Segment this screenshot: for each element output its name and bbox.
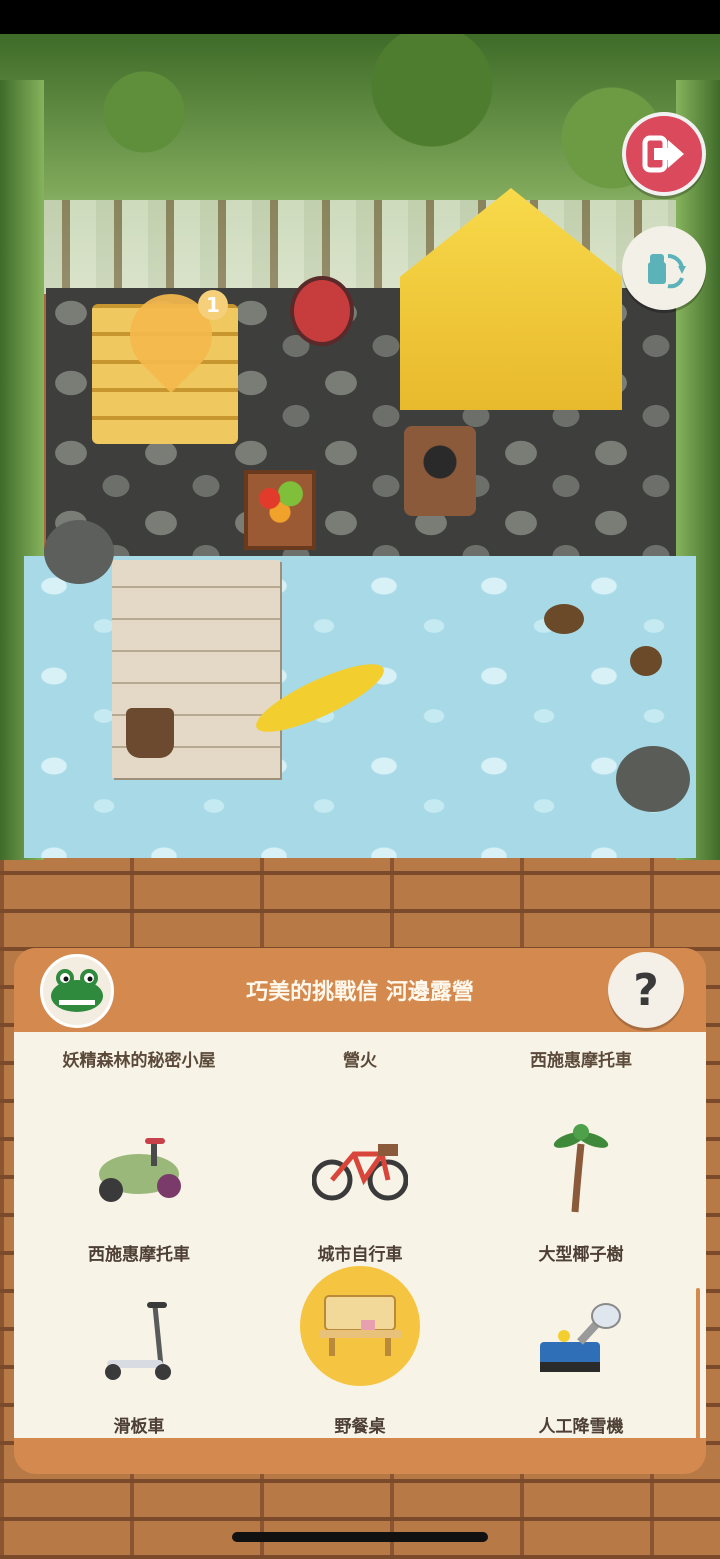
mossy-rock-right[interactable] xyxy=(616,746,690,812)
list-scrollbar[interactable] xyxy=(696,1288,700,1474)
mossy-rock-left[interactable] xyxy=(44,520,114,584)
duck[interactable] xyxy=(544,604,584,634)
help-button[interactable]: ? xyxy=(608,952,684,1028)
item-label: 野餐桌 xyxy=(334,1417,386,1437)
item-label[interactable]: 妖精森林的秘密小屋 xyxy=(24,1046,254,1071)
bicycle-icon xyxy=(312,1144,408,1201)
panel-header: 巧美的挑戰信 河邊露營 ? xyxy=(14,948,706,1032)
kick-scooter-icon xyxy=(105,1302,171,1380)
item-label[interactable]: 西施惠摩托車 xyxy=(466,1046,696,1071)
item-picnic-table[interactable]: 野餐桌 xyxy=(245,1266,475,1437)
item-scooter[interactable]: 西施惠摩托車 xyxy=(24,1110,254,1270)
status-bar xyxy=(0,0,720,34)
item-label[interactable]: 營火 xyxy=(245,1046,475,1071)
challenge-panel: 巧美的挑戰信 河邊露營 ? 妖精森林的秘密小屋 營火 西施惠摩托車 西施惠摩托車 xyxy=(14,948,706,1474)
scooter-icon xyxy=(99,1138,181,1202)
palm-tree-icon xyxy=(553,1124,609,1213)
item-label: 人工降雪機 xyxy=(538,1417,624,1437)
panel-title: 巧美的挑戰信 河邊露營 xyxy=(246,980,474,1005)
item-palm-tree[interactable]: 大型椰子樹 xyxy=(466,1110,696,1270)
item-label: 城市自行車 xyxy=(317,1245,403,1265)
vegetable-crate[interactable] xyxy=(244,470,316,550)
duck[interactable] xyxy=(630,646,662,676)
item-kick-scooter[interactable]: 滑板車 xyxy=(24,1282,254,1442)
item-list[interactable]: 妖精森林的秘密小屋 營火 西施惠摩托車 西施惠摩托車 城市自行車 大型椰子樹 滑… xyxy=(14,1032,706,1474)
exit-icon xyxy=(642,135,684,173)
picnic-table-icon xyxy=(319,1295,401,1356)
item-bicycle[interactable]: 城市自行車 xyxy=(245,1110,475,1270)
home-indicator[interactable] xyxy=(232,1532,488,1542)
item-snow-machine[interactable]: 人工降雪機 xyxy=(466,1282,696,1442)
snow-machine-icon xyxy=(540,1303,621,1372)
item-row-partial: 妖精森林的秘密小屋 營火 西施惠摩托車 xyxy=(14,1046,706,1076)
pin-count-badge: 1 xyxy=(198,290,228,320)
item-label: 大型椰子樹 xyxy=(538,1245,624,1265)
wooden-bucket[interactable] xyxy=(126,708,174,758)
swap-furniture-icon xyxy=(648,253,686,289)
campfire[interactable] xyxy=(404,426,476,516)
bbq-grill[interactable] xyxy=(290,276,354,346)
swap-furniture-button[interactable] xyxy=(622,226,706,310)
exit-button[interactable] xyxy=(622,112,706,196)
item-label: 西施惠摩托車 xyxy=(88,1245,190,1265)
item-label: 滑板車 xyxy=(113,1417,165,1437)
